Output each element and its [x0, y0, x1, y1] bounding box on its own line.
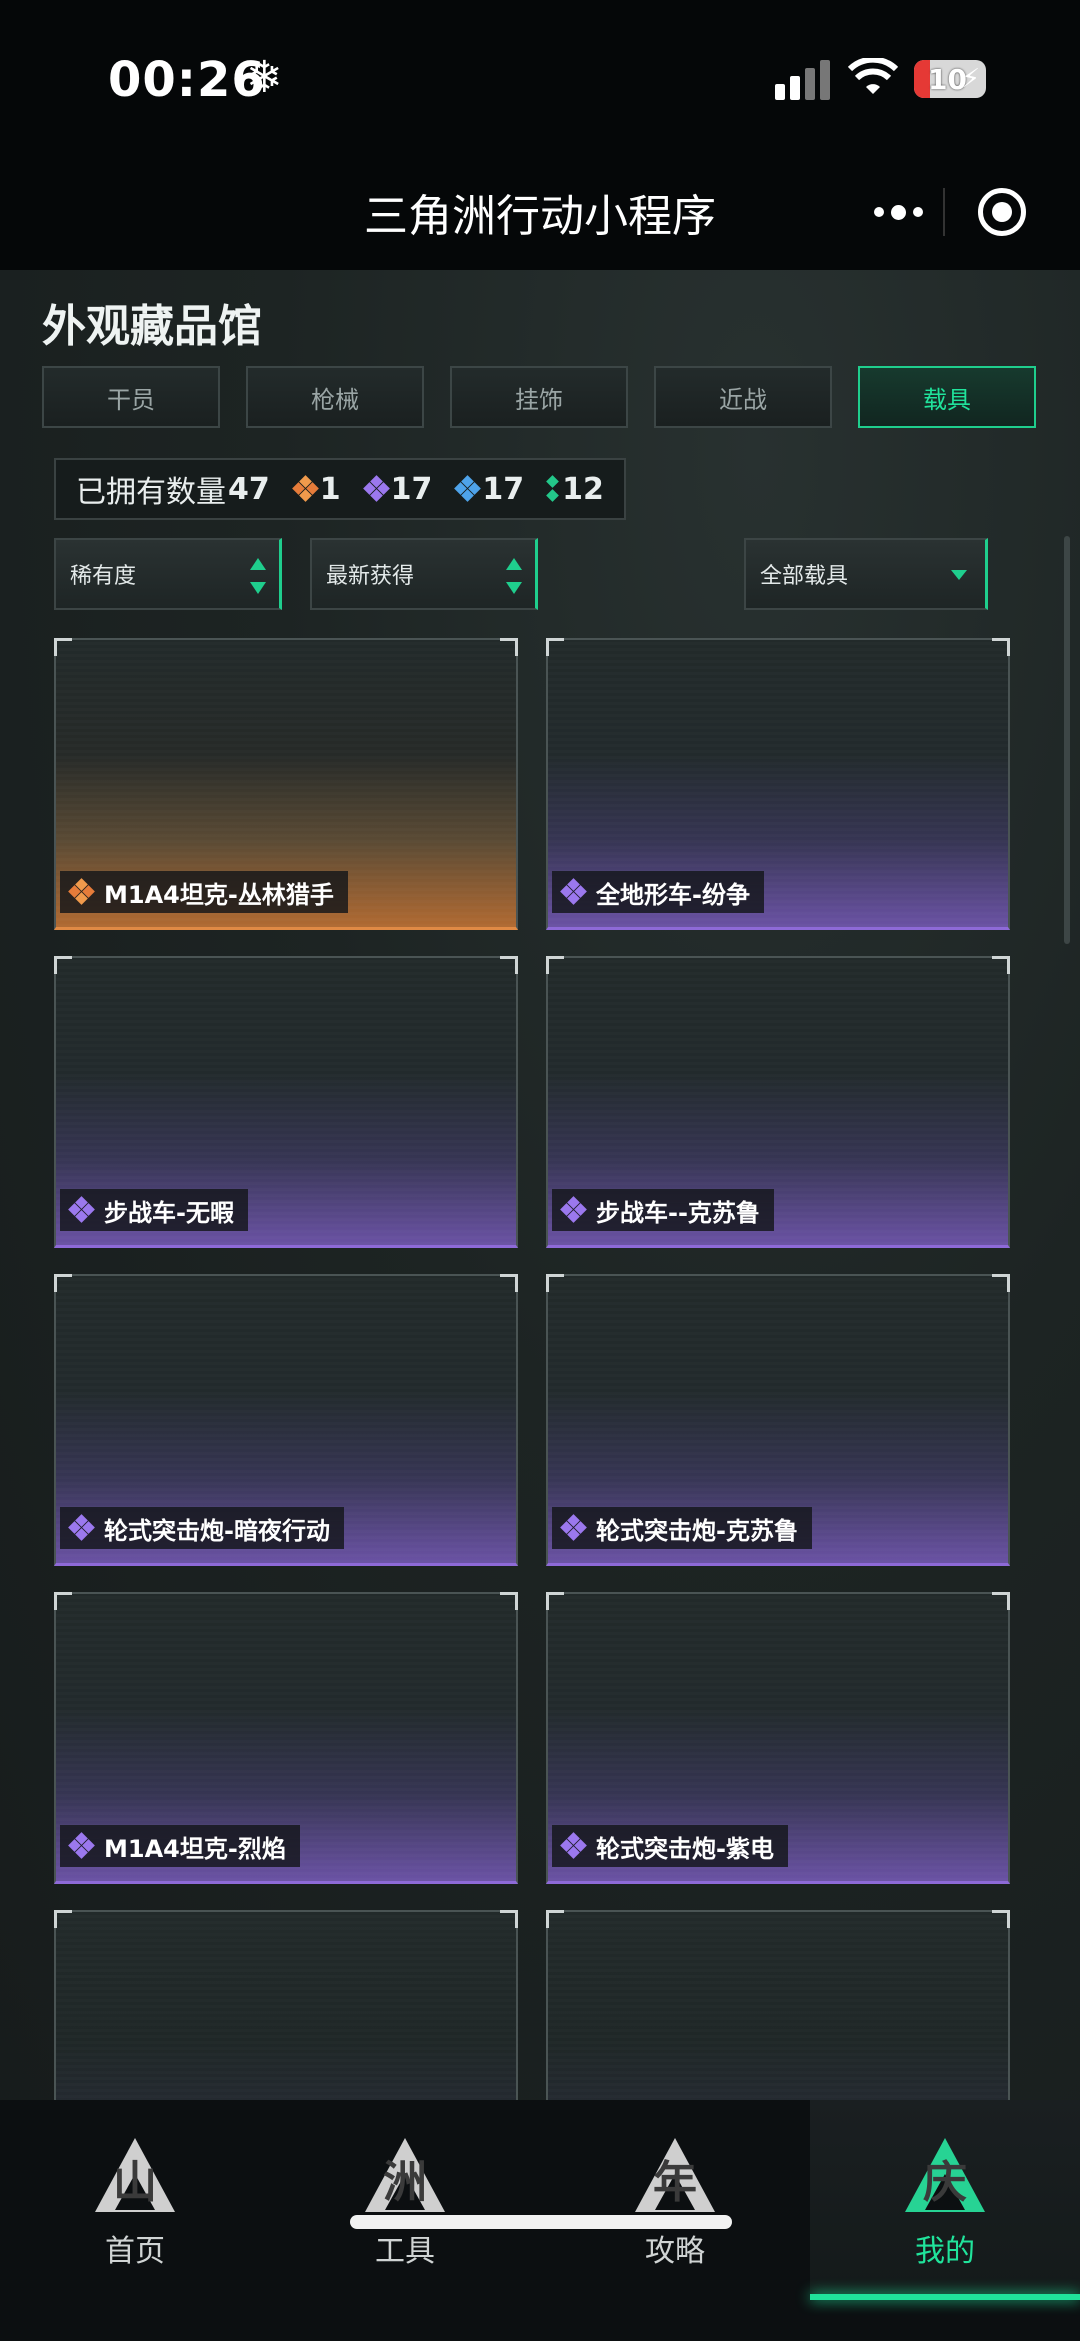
- tab-vehicles[interactable]: 载具: [858, 366, 1036, 428]
- vehicle-card[interactable]: 步战车--克苏鲁: [546, 956, 1010, 1248]
- home-emblem-icon: 山: [91, 2136, 179, 2216]
- green-rarity-icon: [546, 475, 562, 503]
- guides-emblem-icon: 年: [631, 2136, 719, 2216]
- more-icon[interactable]: [858, 188, 938, 236]
- vehicle-name: 轮式突击炮-暗夜行动: [104, 1516, 330, 1545]
- close-miniprogram-icon[interactable]: [978, 188, 1026, 236]
- vehicle-name: M1A4坦克-烈焰: [104, 1834, 286, 1863]
- purple-rarity-icon: [560, 1514, 588, 1542]
- vehicle-card[interactable]: 步战车-无暇: [54, 956, 518, 1248]
- nav-mine-label: 我的: [915, 2234, 975, 2269]
- orange-count: 1: [319, 471, 341, 507]
- vehicle-card[interactable]: 轮式突击炮-克苏鲁: [546, 1274, 1010, 1566]
- snowflake-icon: ❄: [246, 52, 283, 103]
- purple-rarity-icon: [68, 1196, 96, 1224]
- rarity-sort-label: 稀有度: [70, 564, 137, 589]
- blue-rarity-icon: [454, 475, 482, 503]
- battery-icon: 10 ⚡: [914, 60, 986, 98]
- owned-total: 47: [228, 471, 270, 507]
- scrollbar[interactable]: [1064, 536, 1070, 944]
- title-bar: 三角洲行动小程序: [0, 150, 1080, 270]
- vehicle-name: M1A4坦克-丛林猎手: [104, 880, 334, 909]
- purple-rarity-icon: [560, 878, 588, 906]
- sort-arrows-icon: [249, 558, 267, 594]
- nav-guides-label: 攻略: [645, 2234, 705, 2269]
- vehicle-card[interactable]: 轮式突击炮-暗夜行动: [54, 1274, 518, 1566]
- recent-sort[interactable]: 最新获得: [310, 538, 538, 610]
- category-dropdown[interactable]: 全部载具: [744, 538, 988, 610]
- blue-count: 17: [482, 471, 525, 507]
- mine-emblem-icon: 庆: [901, 2136, 989, 2216]
- sort-arrows-icon: [505, 558, 523, 594]
- nav-tools-label: 工具: [375, 2234, 435, 2269]
- nav-home-label: 首页: [105, 2234, 165, 2269]
- tab-weapons[interactable]: 枪械: [246, 366, 424, 428]
- recent-sort-label: 最新获得: [326, 564, 415, 589]
- orange-rarity-icon: [68, 878, 96, 906]
- tools-emblem-icon: 洲: [361, 2136, 449, 2216]
- tab-melee[interactable]: 近战: [654, 366, 832, 428]
- category-tabs: 干员 枪械 挂饰 近战 载具: [42, 366, 1042, 428]
- miniprogram-capsule: [840, 180, 1062, 244]
- page-title: 外观藏品馆: [42, 301, 262, 352]
- vehicle-card[interactable]: M1A4坦克-丛林猎手: [54, 638, 518, 930]
- home-indicator[interactable]: [350, 2215, 732, 2229]
- vehicle-name: 步战车-无暇: [104, 1198, 234, 1227]
- purple-rarity-icon: [560, 1832, 588, 1860]
- purple-rarity-icon: [68, 1514, 96, 1542]
- green-count: 12: [562, 471, 604, 507]
- vehicle-name: 轮式突击炮-克苏鲁: [596, 1516, 798, 1545]
- category-dropdown-label: 全部载具: [760, 564, 849, 589]
- purple-rarity-icon: [560, 1196, 588, 1224]
- status-time: 00:26: [108, 52, 266, 108]
- owned-label: 已拥有数量: [76, 475, 226, 510]
- status-bar: 00:26 ❄ 10 ⚡: [0, 0, 1080, 150]
- rarity-sort[interactable]: 稀有度: [54, 538, 282, 610]
- vehicle-name: 轮式突击炮-紫电: [596, 1834, 774, 1863]
- purple-rarity-icon: [68, 1832, 96, 1860]
- vehicle-card[interactable]: [546, 1910, 1010, 2100]
- chevron-down-icon: [951, 570, 967, 580]
- vehicle-card[interactable]: 轮式突击炮-紫电: [546, 1592, 1010, 1884]
- nav-guides[interactable]: 年 攻略: [540, 2100, 810, 2300]
- vehicle-name: 全地形车-纷争: [596, 880, 750, 909]
- vehicle-card[interactable]: 全地形车-纷争: [546, 638, 1010, 930]
- tab-operators[interactable]: 干员: [42, 366, 220, 428]
- nav-tools[interactable]: 洲 工具: [270, 2100, 540, 2300]
- owned-count-panel: 已拥有数量 47 1 17 17 12: [54, 458, 626, 520]
- orange-rarity-icon: [291, 475, 320, 503]
- tab-charms[interactable]: 挂饰: [450, 366, 628, 428]
- vehicle-card[interactable]: [54, 1910, 518, 2100]
- active-indicator: [810, 2294, 1080, 2300]
- main-content: 外观藏品馆 干员 枪械 挂饰 近战 载具 已拥有数量 47 1 17 17 12…: [0, 270, 1080, 2100]
- purple-rarity-icon: [362, 475, 391, 503]
- nav-mine[interactable]: 庆 我的: [810, 2100, 1080, 2300]
- vehicle-name: 步战车--克苏鲁: [596, 1198, 760, 1227]
- purple-count: 17: [390, 471, 433, 507]
- wifi-icon: [848, 58, 898, 94]
- cellular-signal-icon: [775, 60, 833, 100]
- nav-home[interactable]: 山 首页: [0, 2100, 270, 2300]
- vehicle-card[interactable]: M1A4坦克-烈焰: [54, 1592, 518, 1884]
